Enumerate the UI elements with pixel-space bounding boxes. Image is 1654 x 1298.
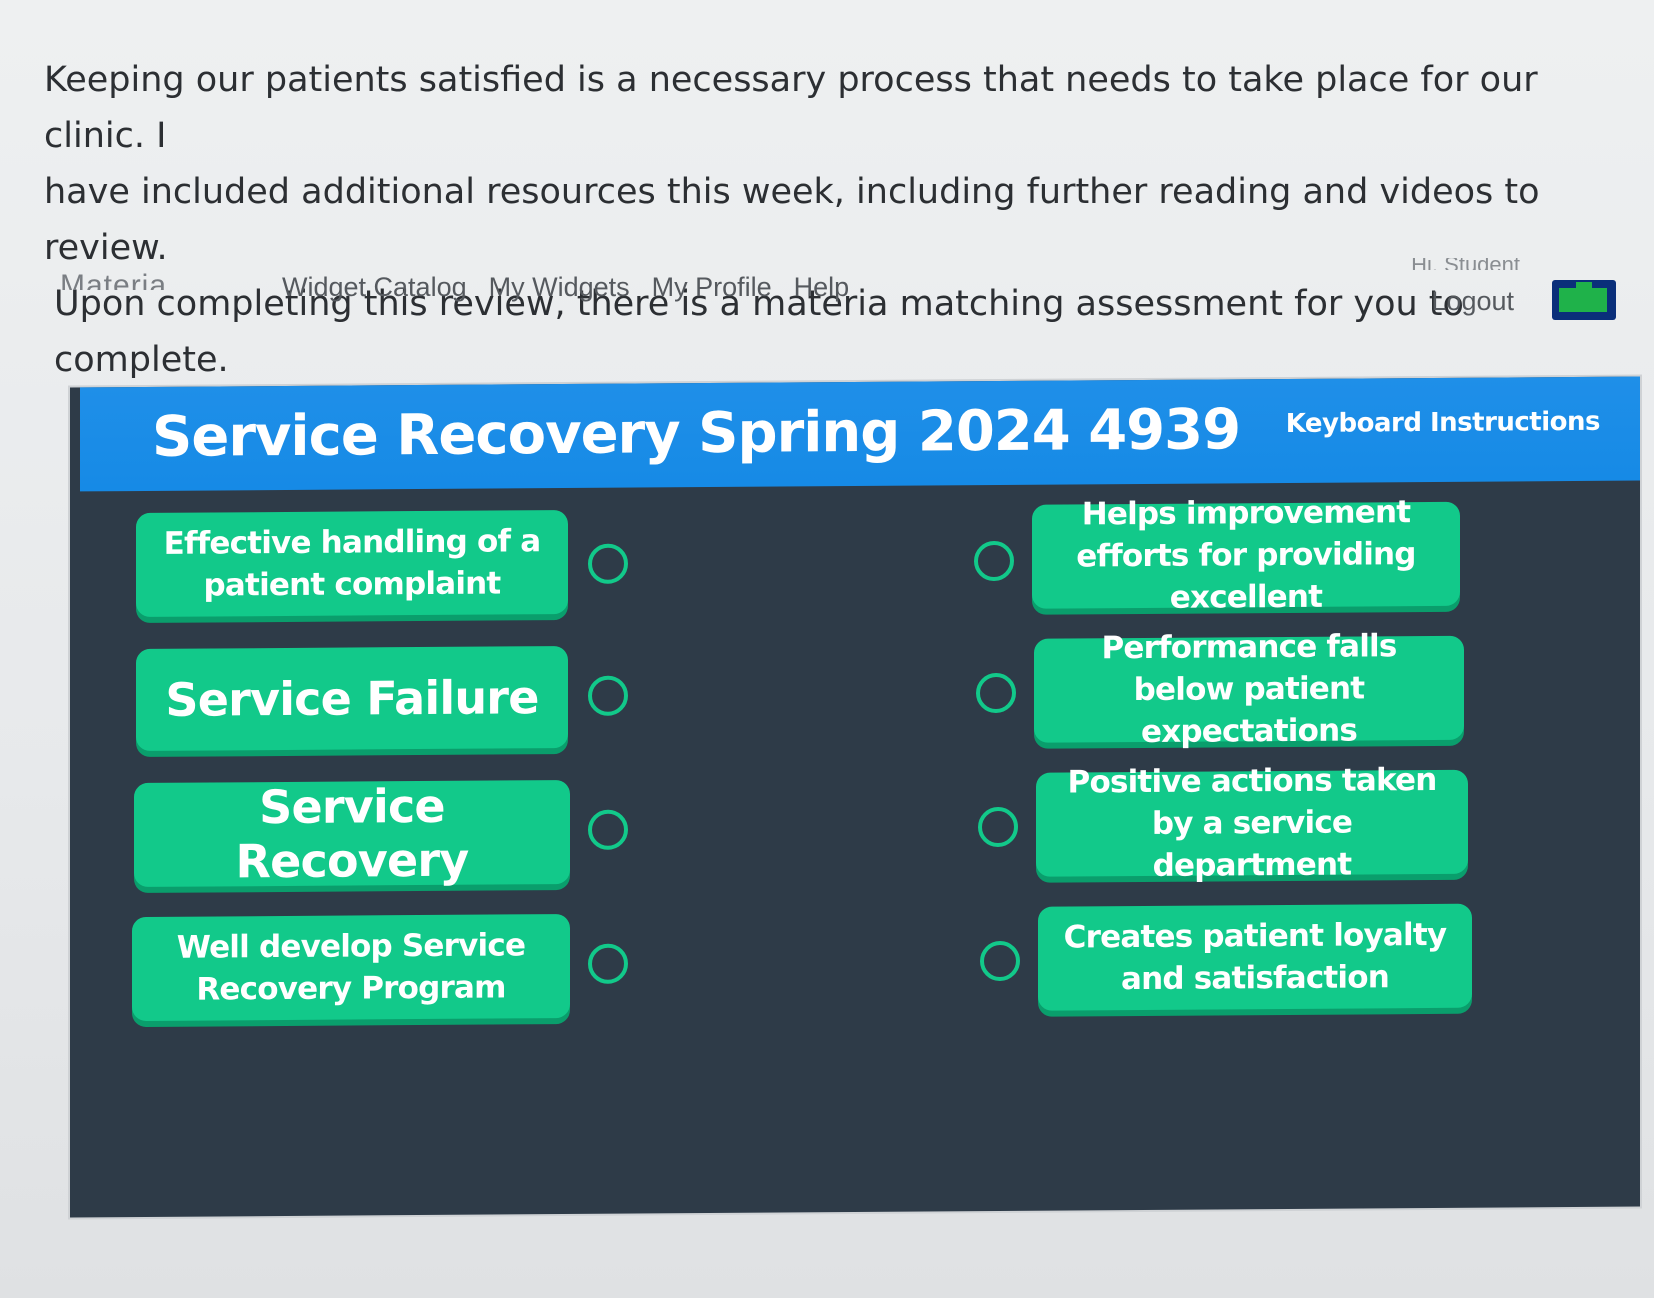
right-definition-card-3[interactable]: Positive actions taken by a service depa…: [1036, 762, 1468, 884]
keyboard-instructions-button[interactable]: Keyboard Instructions: [1286, 407, 1600, 439]
left-connector-dot-3[interactable]: [588, 809, 628, 850]
left-term-card-1[interactable]: Effective handling of a patient complain…: [136, 510, 568, 618]
left-connector-dot-4[interactable]: [588, 943, 628, 984]
left-term-card-4[interactable]: Well develop Service Recovery Program: [132, 913, 570, 1022]
nav-my-profile[interactable]: My Profile: [652, 272, 772, 303]
left-connector-dot-1[interactable]: [588, 543, 628, 584]
nav-links: Widget Catalog My Widgets My Profile Hel…: [282, 272, 849, 303]
right-definition-card-2[interactable]: Performance falls below patient expectat…: [1034, 628, 1464, 750]
page: Keeping our patients satisfied is a nece…: [0, 0, 1654, 1298]
left-term-card-2[interactable]: Service Failure: [136, 646, 568, 752]
logout-link[interactable]: Logout: [1431, 286, 1514, 317]
top-navigation: Materia Widget Catalog My Widgets My Pro…: [56, 258, 1636, 328]
right-connector-dot-2[interactable]: [976, 672, 1016, 714]
nav-widget-catalog[interactable]: Widget Catalog: [282, 272, 467, 303]
right-definition-card-4[interactable]: Creates patient loyalty and satisfaction: [1038, 903, 1472, 1011]
right-definition-card-1[interactable]: Helps improvement efforts for providing …: [1032, 494, 1460, 616]
nav-my-widgets[interactable]: My Widgets: [489, 272, 630, 303]
user-greeting: Hi, Student: [1411, 258, 1520, 270]
right-connector-dot-1[interactable]: [974, 540, 1014, 582]
materia-logo[interactable]: Materia: [60, 268, 167, 290]
avatar[interactable]: [1552, 280, 1616, 320]
nav-help[interactable]: Help: [794, 272, 850, 303]
intro-line-2: have included additional resources this …: [44, 172, 1540, 268]
matching-widget: Service Recovery Spring 2024 4939 Keyboa…: [70, 376, 1640, 1218]
widget-title: Service Recovery Spring 2024 4939: [152, 397, 1241, 470]
right-connector-dot-4[interactable]: [980, 940, 1020, 982]
left-term-card-3[interactable]: Service Recovery: [134, 779, 570, 888]
widget-header: Service Recovery Spring 2024 4939 Keyboa…: [80, 376, 1640, 492]
right-connector-dot-3[interactable]: [978, 806, 1018, 848]
left-connector-dot-2[interactable]: [588, 675, 628, 716]
intro-line-1: Keeping our patients satisfied is a nece…: [44, 60, 1538, 156]
intro-text: Keeping our patients satisfied is a nece…: [44, 52, 1604, 388]
